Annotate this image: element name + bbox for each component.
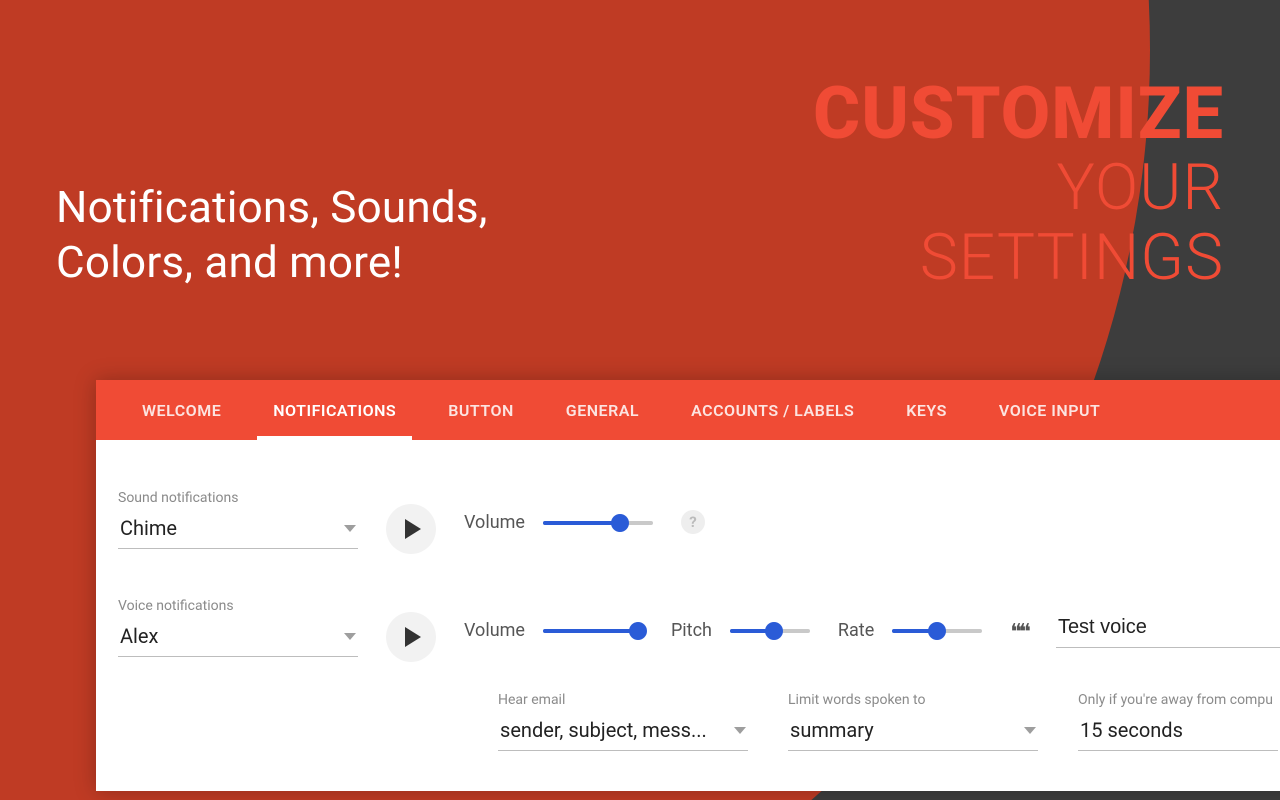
voice-notifications-select[interactable]: Alex (118, 620, 358, 657)
voice-volume-slider[interactable] (543, 629, 643, 633)
limit-words-value: summary (790, 718, 874, 742)
voice-play-button[interactable] (386, 612, 436, 662)
hero-title-line1: CUSTOMIZE (813, 78, 1224, 150)
away-value: 15 seconds (1080, 718, 1183, 742)
settings-panel: WELCOME NOTIFICATIONS BUTTON GENERAL ACC… (96, 380, 1280, 791)
tab-general[interactable]: GENERAL (540, 380, 665, 440)
test-voice-input[interactable] (1056, 612, 1280, 648)
chevron-down-icon (1024, 727, 1036, 734)
away-label: Only if you're away from compu (1078, 692, 1278, 708)
sound-volume-slider[interactable] (543, 521, 653, 525)
voice-rate-slider[interactable] (892, 629, 982, 633)
hero-title-line3: SETTINGS (813, 226, 1224, 290)
voice-pitch-label: Pitch (671, 620, 712, 641)
voice-volume-label: Volume (464, 620, 525, 641)
limit-words-label: Limit words spoken to (788, 692, 1038, 708)
voice-notifications-value: Alex (120, 624, 158, 648)
chevron-down-icon (734, 727, 746, 734)
tab-accounts-labels[interactable]: ACCOUNTS / LABELS (665, 380, 880, 440)
hear-email-label: Hear email (498, 692, 748, 708)
sound-notifications-label: Sound notifications (118, 490, 358, 506)
tab-keys[interactable]: KEYS (880, 380, 973, 440)
sound-play-button[interactable] (386, 504, 436, 554)
hear-email-select[interactable]: sender, subject, mess... (498, 714, 748, 751)
hero-title-line2: YOUR (813, 156, 1224, 220)
sound-notifications-select[interactable]: Chime (118, 512, 358, 549)
help-icon[interactable]: ? (681, 510, 705, 534)
voice-rate-label: Rate (838, 620, 874, 641)
limit-words-select[interactable]: summary (788, 714, 1038, 751)
tab-bar: WELCOME NOTIFICATIONS BUTTON GENERAL ACC… (96, 380, 1280, 440)
hero-subtitle-line1: Notifications, Sounds, (56, 180, 488, 235)
quote-icon: ❝❝ (1010, 620, 1028, 645)
away-select[interactable]: 15 seconds (1078, 714, 1278, 751)
tab-welcome[interactable]: WELCOME (116, 380, 247, 440)
sound-volume-label: Volume (464, 512, 525, 533)
voice-pitch-slider[interactable] (730, 629, 810, 633)
chevron-down-icon (344, 633, 356, 640)
voice-notifications-label: Voice notifications (118, 598, 358, 614)
play-icon (405, 519, 421, 539)
play-icon (405, 627, 421, 647)
hero-subtitle-line2: Colors, and more! (56, 235, 488, 290)
tab-voice-input[interactable]: VOICE INPUT (973, 380, 1126, 440)
chevron-down-icon (344, 525, 356, 532)
tab-button[interactable]: BUTTON (422, 380, 540, 440)
sound-notifications-value: Chime (120, 516, 177, 540)
tab-notifications[interactable]: NOTIFICATIONS (247, 380, 422, 440)
hear-email-value: sender, subject, mess... (500, 718, 707, 742)
hero-subtitle: Notifications, Sounds, Colors, and more! (56, 180, 488, 290)
hero-title: CUSTOMIZE YOUR SETTINGS (813, 78, 1224, 290)
